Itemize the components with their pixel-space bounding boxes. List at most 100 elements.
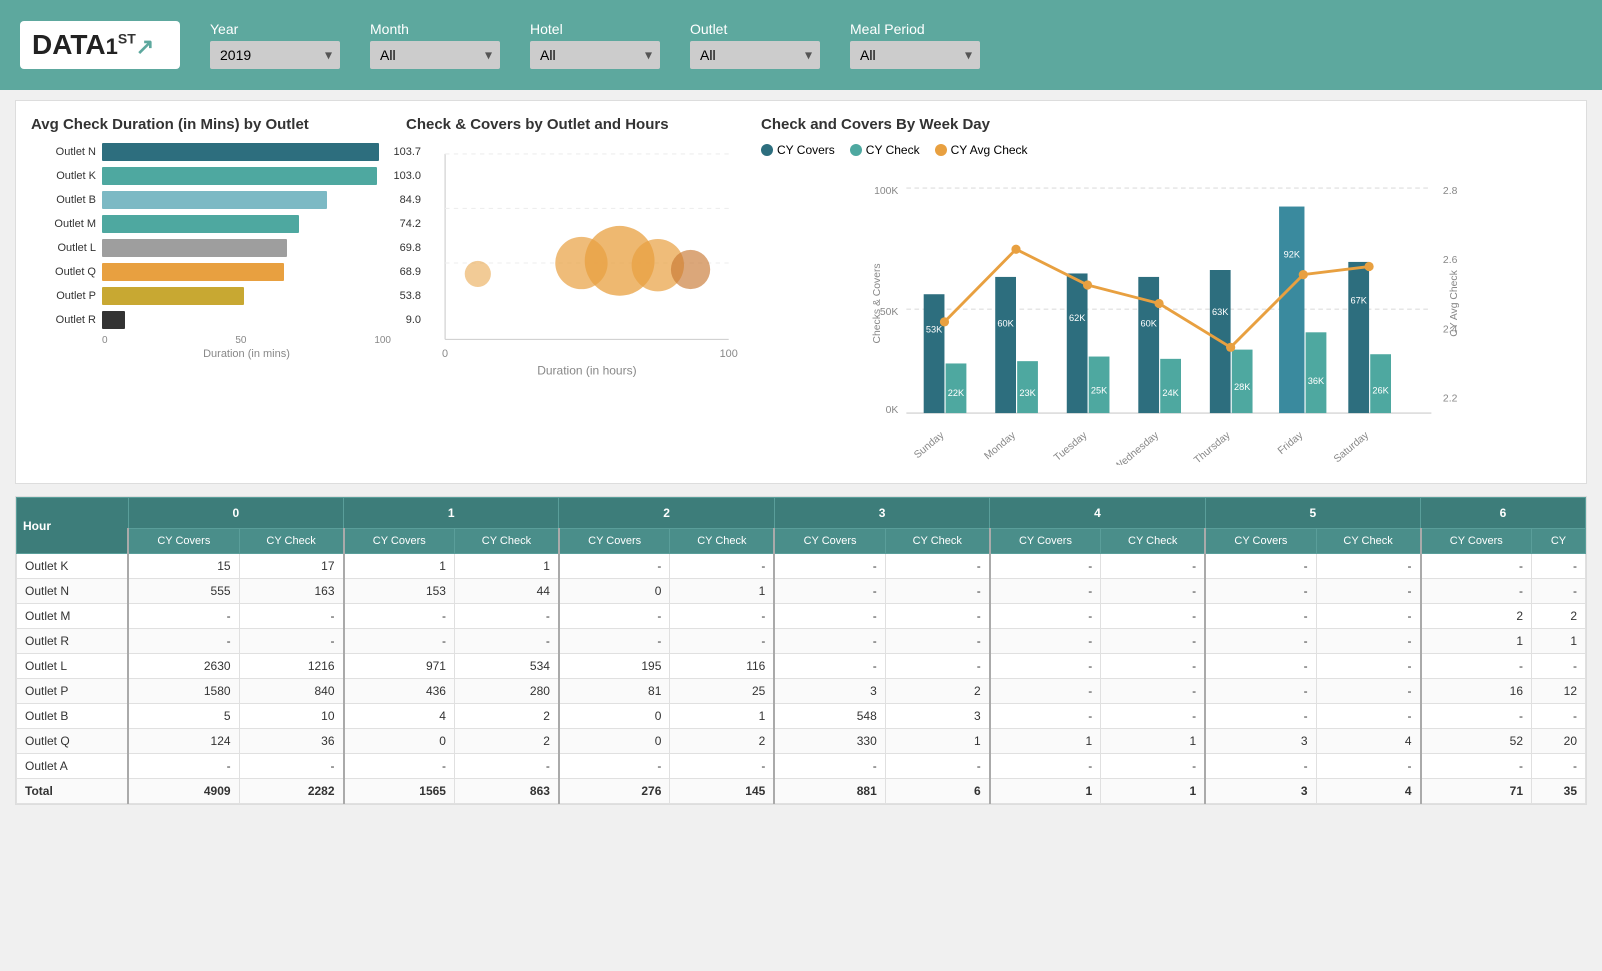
total-label: Total [17, 779, 129, 804]
text-thursday-covers: 63K [1212, 307, 1229, 317]
th-h3-check: CY Check [885, 529, 989, 554]
outlet-k-h0-check: 17 [239, 554, 343, 579]
th-h1-check: CY Check [454, 529, 558, 554]
outlet-l-h1-covers: 971 [344, 654, 455, 679]
x-tick-50: 50 [235, 335, 246, 346]
bar-row-outlet-n: Outlet N 103.7 [31, 143, 391, 161]
outlet-a-h2-check: - [670, 754, 774, 779]
bar-saturday-covers [1348, 262, 1369, 413]
outlet-n-h1-check: 44 [454, 579, 558, 604]
th-h5-covers: CY Covers [1205, 529, 1316, 554]
outlet-b-h3-covers: 548 [774, 704, 885, 729]
outlet-m-h6-check: 2 [1532, 604, 1586, 629]
dot-tuesday [1083, 280, 1092, 289]
outlet-r-h2-check: - [670, 629, 774, 654]
text-saturday-covers: 67K [1350, 295, 1367, 305]
outlet-p-h0-covers: 1580 [128, 679, 239, 704]
th-h3-covers: CY Covers [774, 529, 885, 554]
bar-container-outlet-k: 103.0 [102, 167, 391, 185]
outlet-k-h6-covers: - [1421, 554, 1532, 579]
text-sunday-covers: 53K [926, 324, 943, 334]
outlet-k-label: Outlet K [17, 554, 129, 579]
th-hour-0: 0 [128, 498, 343, 529]
x-tick-100: 100 [720, 348, 738, 360]
outlet-n-h4-check: - [1101, 579, 1205, 604]
dot-sunday [940, 317, 949, 326]
x-label-friday: Friday [1276, 430, 1306, 457]
outlet-r-h0-covers: - [128, 629, 239, 654]
text-thursday-check: 28K [1234, 382, 1251, 392]
text-sunday-check: 22K [948, 388, 965, 398]
total-h1-check: 863 [454, 779, 558, 804]
th-h4-check: CY Check [1101, 529, 1205, 554]
data-table: Hour 0 1 2 3 4 5 6 CY Covers CY Check CY… [16, 497, 1586, 804]
total-h5-check: 4 [1316, 779, 1420, 804]
outlet-select[interactable]: All [690, 41, 820, 69]
total-h6-covers: 71 [1421, 779, 1532, 804]
outlet-filter-group: Outlet All [690, 21, 820, 69]
outlet-k-h3-covers: - [774, 554, 885, 579]
outlet-m-h0-check: - [239, 604, 343, 629]
outlet-p-h6-covers: 16 [1421, 679, 1532, 704]
outlet-q-h0-covers: 124 [128, 729, 239, 754]
outlet-m-h3-check: - [885, 604, 989, 629]
outlet-p-h3-covers: 3 [774, 679, 885, 704]
outlet-m-h3-covers: - [774, 604, 885, 629]
outlet-b-h0-check: 10 [239, 704, 343, 729]
outlet-n-h5-check: - [1316, 579, 1420, 604]
combo-chart-svg: 100K 50K 0K 2.8 2.6 2.4 2.2 [761, 165, 1571, 465]
outlet-q-h6-covers: 52 [1421, 729, 1532, 754]
text-friday-covers: 92K [1284, 249, 1301, 259]
outlet-b-h4-check: - [1101, 704, 1205, 729]
outlet-r-h5-check: - [1316, 629, 1420, 654]
table-row-outlet-a: Outlet A - - - - - - - - - - - - - - [17, 754, 1586, 779]
bar-value-outlet-q: 68.9 [400, 266, 421, 278]
outlet-a-h4-check: - [1101, 754, 1205, 779]
outlet-k-h1-covers: 1 [344, 554, 455, 579]
outlet-l-h2-covers: 195 [559, 654, 670, 679]
outlet-l-label: Outlet L [17, 654, 129, 679]
outlet-a-h5-covers: - [1205, 754, 1316, 779]
month-filter-label: Month [370, 21, 500, 37]
bar-label-outlet-p: Outlet P [31, 290, 96, 302]
bar-row-outlet-p: Outlet P 53.8 [31, 287, 391, 305]
outlet-n-h4-covers: - [990, 579, 1101, 604]
outlet-p-h1-covers: 436 [344, 679, 455, 704]
total-h0-check: 2282 [239, 779, 343, 804]
outlet-r-h1-covers: - [344, 629, 455, 654]
bar-value-outlet-p: 53.8 [400, 290, 421, 302]
outlet-m-h2-covers: - [559, 604, 670, 629]
x-label-tuesday: Tuesday [1052, 430, 1090, 464]
hotel-select[interactable]: All [530, 41, 660, 69]
year-filter-label: Year [210, 21, 340, 37]
bar-row-outlet-b: Outlet B 84.9 [31, 191, 391, 209]
outlet-b-label: Outlet B [17, 704, 129, 729]
bar-label-outlet-q: Outlet Q [31, 266, 96, 278]
bar-fill-outlet-n [102, 143, 379, 161]
y-label-0k: 0K [886, 405, 899, 416]
x-label-sunday: Sunday [912, 430, 947, 462]
meal-period-select[interactable]: All [850, 41, 980, 69]
outlet-b-h6-check: - [1532, 704, 1586, 729]
outlet-a-h0-covers: - [128, 754, 239, 779]
year-select[interactable]: 201920182017 [210, 41, 340, 69]
th-hour-2: 2 [559, 498, 774, 529]
x-tick-0: 0 [442, 348, 448, 360]
outlet-n-h0-check: 163 [239, 579, 343, 604]
combo-chart-title: Check and Covers By Week Day [761, 116, 1571, 133]
th-hour-5: 5 [1205, 498, 1420, 529]
bar-container-outlet-b: 84.9 [102, 191, 391, 209]
bar-fill-outlet-r [102, 311, 125, 329]
total-h4-check: 1 [1101, 779, 1205, 804]
outlet-m-h2-check: - [670, 604, 774, 629]
month-select[interactable]: AllJanFeb [370, 41, 500, 69]
outlet-p-h0-check: 840 [239, 679, 343, 704]
month-select-wrapper: AllJanFeb [370, 41, 500, 69]
bar-label-outlet-r: Outlet R [31, 314, 96, 326]
outlet-r-h6-check: 1 [1532, 629, 1586, 654]
dot-monday [1011, 245, 1020, 254]
outlet-p-h2-covers: 81 [559, 679, 670, 704]
th-h1-covers: CY Covers [344, 529, 455, 554]
outlet-q-h4-covers: 1 [990, 729, 1101, 754]
outlet-m-h5-check: - [1316, 604, 1420, 629]
